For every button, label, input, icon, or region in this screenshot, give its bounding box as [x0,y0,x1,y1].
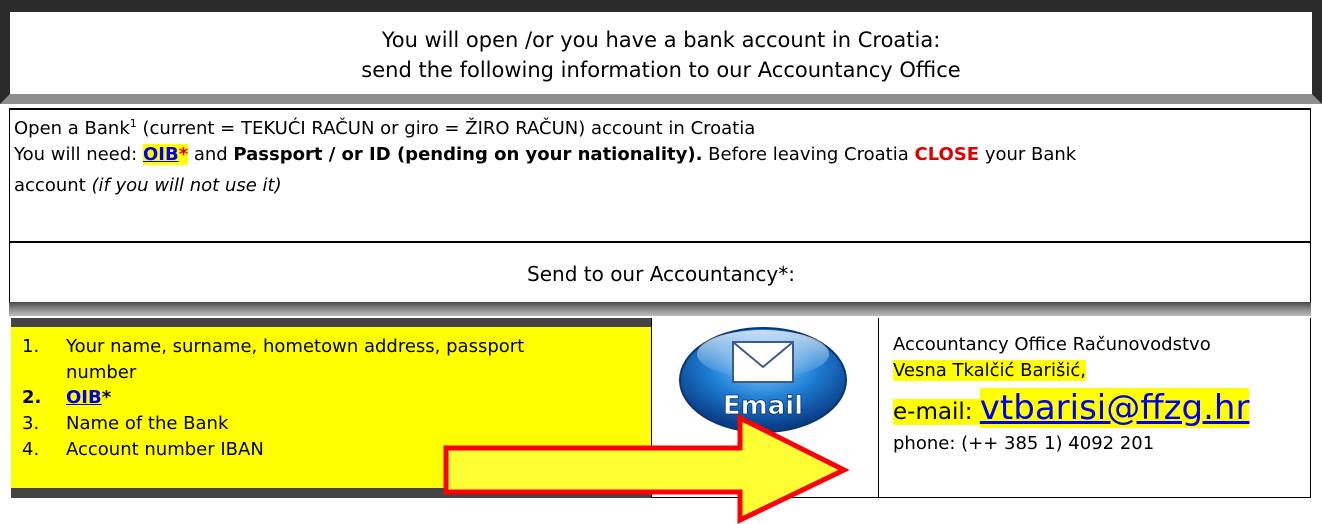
header-box: You will open /or you have a bank accoun… [0,0,1322,104]
oib-asterisk: * [101,387,112,408]
list-number: 2. [22,387,42,408]
close-warning: CLOSE [914,144,980,165]
list-item-text: Your name, surname, hometown address, pa… [66,336,525,357]
section-divider [9,241,1311,243]
gray-band-divider [9,302,1311,316]
list-number: 1. [22,336,40,357]
contact-person: Vesna Tkalčić Barišić, [893,358,1086,384]
office-name: Accountancy Office Računovodstvo [893,334,1211,355]
email-line: e-mail: vtbarisi@ffzg.hr [893,386,1250,436]
yellow-box-top-border [11,318,651,327]
header-line-1: You will open /or you have a bank accoun… [381,28,941,52]
passport-requirement: Passport / or ID (pending on your nation… [233,144,703,165]
before-leaving-text: Before leaving Croatia [702,144,915,165]
list-number: 4. [22,439,40,460]
list-item-text: Name of the Bank [66,413,229,434]
oib-link[interactable]: OIB [143,144,179,165]
phone-number: phone: (++ 385 1) 4092 201 [893,433,1155,454]
footnote-marker: 1 [129,117,137,130]
right-border [1310,318,1311,498]
arrow-right-icon [443,413,850,524]
account-text: account [14,175,92,196]
unused-account-note: (if you will not use it) [91,175,282,196]
column-divider [878,318,879,498]
header-line-2: send the following information to our Ac… [361,58,961,82]
your-bank-text: your Bank [979,144,1077,165]
bank-account-types: (current = TEKUĆI RAČUN or giro = ŽIRO R… [136,118,756,139]
requirements-line: You will need: OIB* and Passport / or ID… [14,141,1076,169]
and-text: and [188,144,234,165]
list-item-text: number [66,362,137,383]
list-item-text: Account number IBAN [66,439,264,460]
bank-open-text: Open a Bank [14,118,130,139]
list-number: 3. [22,413,40,434]
bank-open-line: Open a Bank1 (current = TEKUĆI RAČUN or … [14,110,755,143]
send-heading: Send to our Accountancy*: [527,262,795,286]
email-label: e-mail: [893,399,980,425]
email-link[interactable]: vtbarisi@ffzg.hr [979,388,1250,428]
you-will-need-text: You will need: [14,144,143,165]
oib-asterisk: * [178,144,189,165]
contact-person-name: Vesna Tkalčić Barišić, [893,360,1086,381]
account-note-line: account (if you will not use it) [14,172,282,200]
oib-list-link[interactable]: OIB [66,387,102,408]
